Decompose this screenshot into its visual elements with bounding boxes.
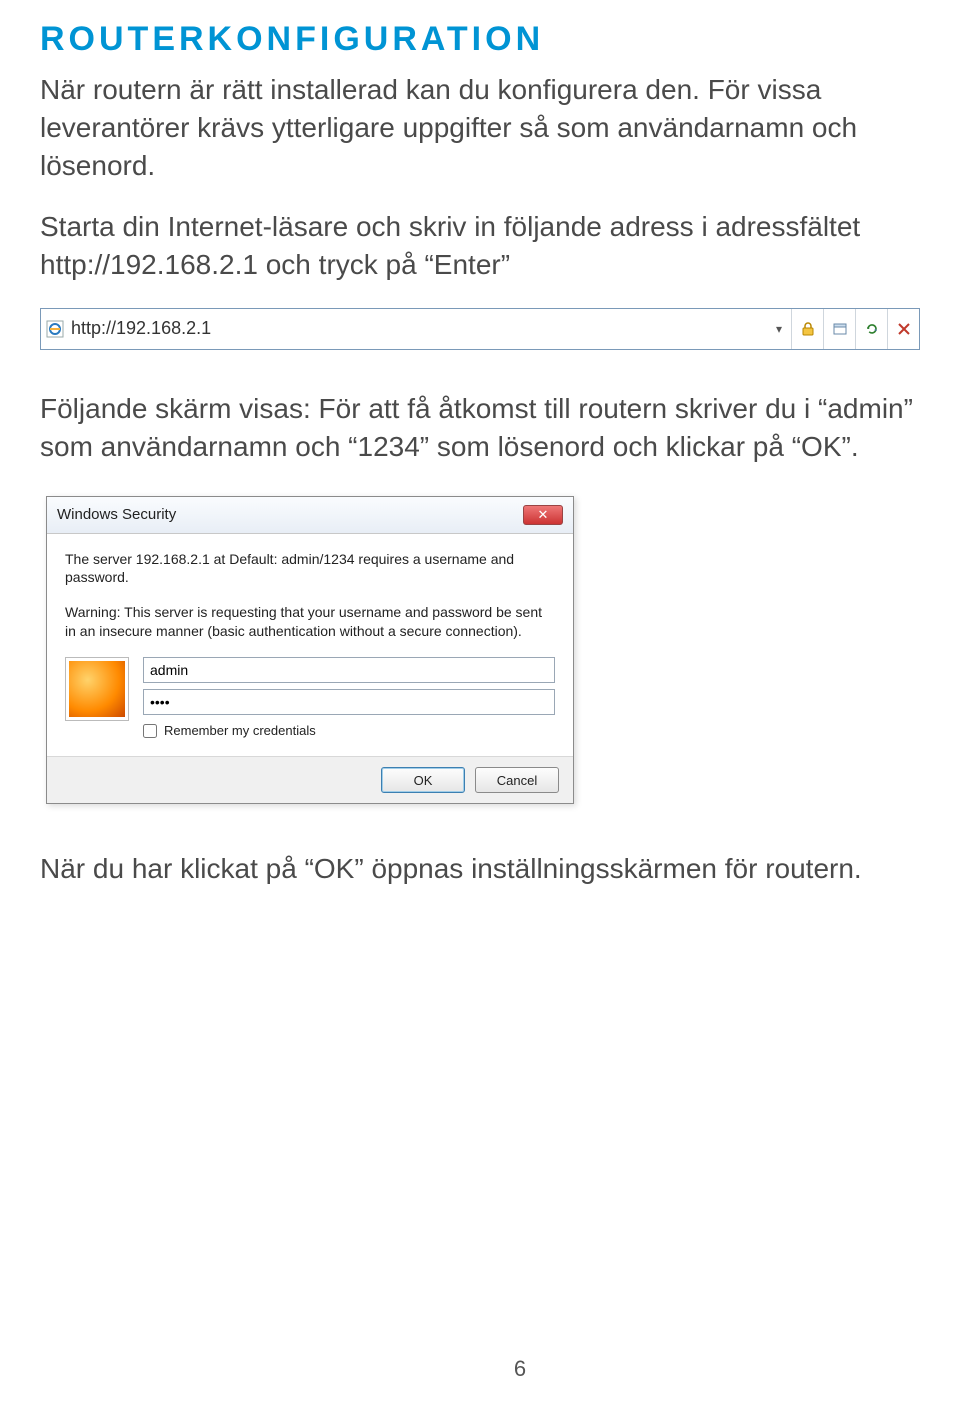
intro-paragraph-1: När routern är rätt installerad kan du k… (40, 71, 920, 184)
auth-dialog-screenshot: Windows Security ✕ The server 192.168.2.… (40, 490, 580, 811)
remember-checkbox[interactable] (143, 724, 157, 738)
closing-paragraph: När du har klickat på “OK” öppnas instäl… (40, 850, 920, 888)
dialog-footer: OK Cancel (47, 756, 573, 803)
ie-page-icon (41, 320, 69, 338)
cancel-button[interactable]: Cancel (475, 767, 559, 793)
remember-label: Remember my credentials (164, 723, 316, 738)
dialog-message-2: Warning: This server is requesting that … (65, 603, 555, 641)
page-number: 6 (40, 1356, 960, 1382)
address-dropdown-icon[interactable]: ▾ (767, 322, 791, 336)
username-field[interactable] (143, 657, 555, 683)
dialog-message-1: The server 192.168.2.1 at Default: admin… (65, 550, 555, 588)
page-heading: ROUTERKONFIGURATION (40, 20, 920, 59)
windows-security-dialog: Windows Security ✕ The server 192.168.2.… (46, 496, 574, 805)
dialog-titlebar: Windows Security ✕ (47, 497, 573, 534)
credentials-row: Remember my credentials (65, 657, 555, 738)
intro-paragraph-2: Starta din Internet-läsare och skriv in … (40, 208, 920, 284)
user-avatar-icon (65, 657, 129, 721)
address-bar-url[interactable]: http://192.168.2.1 (69, 318, 767, 339)
stop-icon[interactable] (887, 309, 919, 349)
dialog-title-text: Windows Security (57, 506, 176, 523)
instruction-paragraph: Följande skärm visas: För att få åtkomst… (40, 390, 920, 466)
compat-view-icon[interactable] (823, 309, 855, 349)
browser-address-bar: http://192.168.2.1 ▾ (40, 308, 920, 350)
close-icon[interactable]: ✕ (523, 505, 563, 525)
lock-icon (791, 309, 823, 349)
refresh-icon[interactable] (855, 309, 887, 349)
remember-credentials-row[interactable]: Remember my credentials (143, 723, 555, 738)
password-field[interactable] (143, 689, 555, 715)
ok-button[interactable]: OK (381, 767, 465, 793)
